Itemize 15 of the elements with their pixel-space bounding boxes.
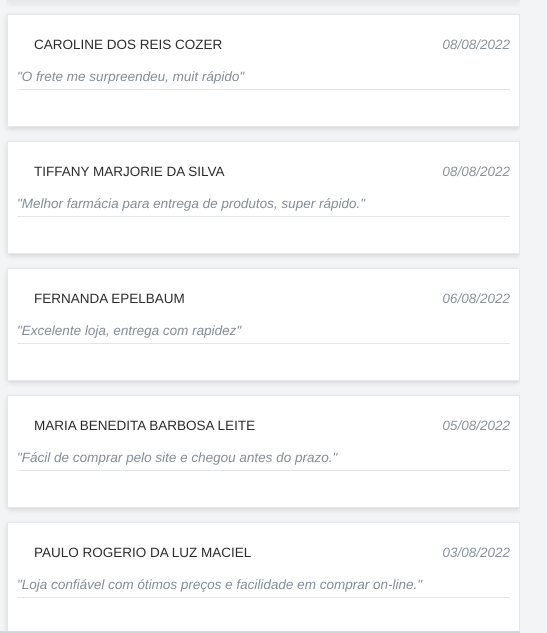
review-comment: "Excelente loja, entrega com rapidez" [17, 323, 510, 344]
review-comment: "Loja confiável com ótimos preços e facilidade em comprar on-line." [17, 577, 510, 598]
review-date: 08/08/2022 [442, 164, 510, 179]
review-comment: "O frete me surpreendeu, muit rápido" [17, 69, 510, 90]
reviewer-name: CAROLINE DOS REIS COZER [34, 37, 222, 52]
review-date: 05/08/2022 [442, 418, 510, 433]
review-comment: "Melhor farmácia para entrega de produtos, super rápido." [17, 196, 510, 217]
review-date: 06/08/2022 [442, 291, 510, 306]
review-date: 08/08/2022 [442, 37, 510, 52]
review-comment: "Fácil de comprar pelo site e chegou antes do prazo." [17, 450, 510, 471]
review-date: 03/08/2022 [442, 545, 510, 560]
reviewer-name: MARIA BENEDITA BARBOSA LEITE [34, 418, 256, 433]
reviewer-name: PAULO ROGERIO DA LUZ MACIEL [34, 545, 252, 560]
reviewer-name: TIFFANY MARJORIE DA SILVA [34, 164, 225, 179]
reviewer-name: FERNANDA EPELBAUM [34, 291, 185, 306]
